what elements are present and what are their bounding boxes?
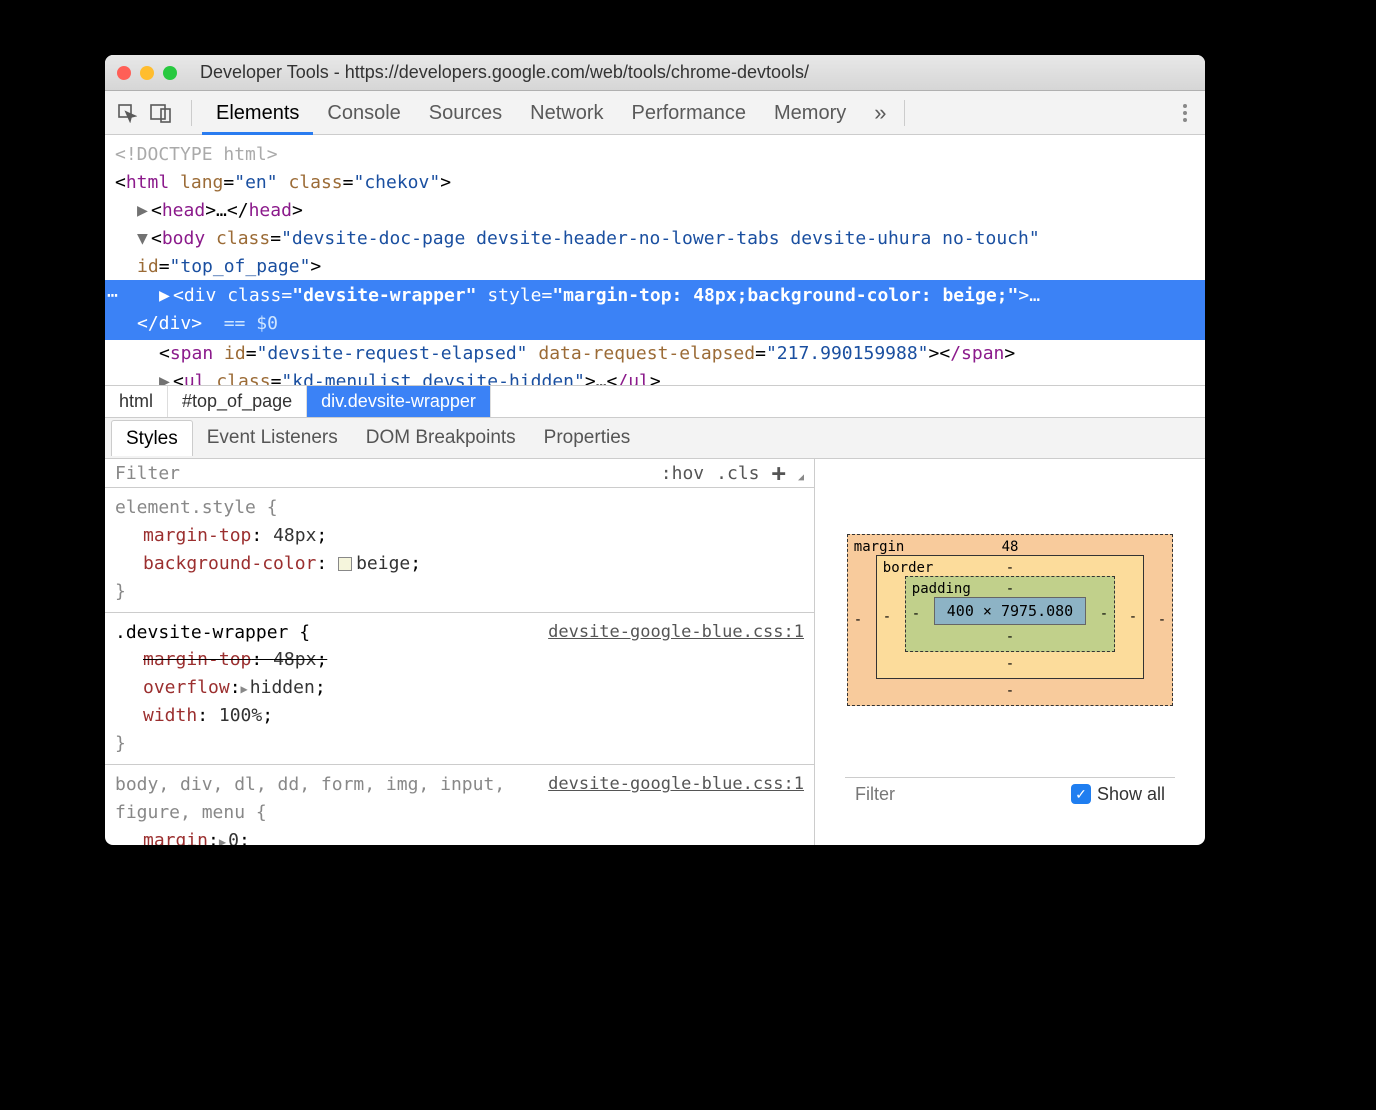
kebab-menu-icon[interactable] (1173, 104, 1197, 122)
tab-dom-breakpoints[interactable]: DOM Breakpoints (352, 420, 530, 456)
tab-sources[interactable]: Sources (415, 91, 516, 135)
tab-properties[interactable]: Properties (530, 420, 645, 456)
sidebar-tabs: Styles Event Listeners DOM Breakpoints P… (105, 417, 1205, 459)
computed-pane: margin 48 - - border - - - padding - - - (815, 459, 1205, 845)
tab-elements[interactable]: Elements (202, 91, 313, 135)
device-toggle-icon[interactable] (147, 99, 175, 127)
more-tabs-icon[interactable]: » (866, 100, 894, 126)
dom-body-open[interactable]: ▼<body class="devsite-doc-page devsite-h… (115, 225, 1195, 253)
tab-memory[interactable]: Memory (760, 91, 860, 135)
dom-tree-panel[interactable]: <!DOCTYPE html> <html lang="en" class="c… (105, 135, 1205, 385)
computed-filter-row: Filter ✓ Show all (845, 777, 1175, 805)
new-style-rule-button[interactable]: + (772, 459, 786, 487)
window-minimize-button[interactable] (140, 66, 154, 80)
tab-performance[interactable]: Performance (618, 91, 761, 135)
style-rule-element[interactable]: element.style { margin-top: 48px; backgr… (105, 488, 814, 613)
filter-input[interactable]: Filter (115, 463, 180, 484)
main-toolbar: Elements Console Sources Network Perform… (105, 91, 1205, 135)
tab-console[interactable]: Console (313, 91, 414, 135)
inspect-element-icon[interactable] (113, 99, 141, 127)
dom-ul[interactable]: ▶<ul class="kd-menulist devsite-hidden">… (115, 368, 1195, 385)
computed-filter-input[interactable]: Filter (855, 784, 895, 805)
dom-head[interactable]: ▶<head>…</head> (115, 197, 1195, 225)
tab-event-listeners[interactable]: Event Listeners (193, 420, 352, 456)
window-maximize-button[interactable] (163, 66, 177, 80)
ellipsis-icon[interactable]: ⋯ (107, 282, 118, 310)
window-close-button[interactable] (117, 66, 131, 80)
color-swatch[interactable] (338, 557, 352, 571)
breadcrumb-html[interactable]: html (105, 386, 168, 417)
box-model-content[interactable]: 400 × 7975.080 (934, 597, 1086, 625)
dom-selected-node[interactable]: ⋯ ▶<div class="devsite-wrapper" style="m… (105, 280, 1205, 340)
toolbar-separator (191, 100, 192, 126)
hov-toggle[interactable]: :hov (661, 463, 704, 484)
style-rule-group[interactable]: devsite-google-blue.css:1 body, div, dl,… (105, 765, 814, 845)
resize-corner-icon[interactable]: ◢ (798, 472, 804, 483)
dom-span[interactable]: <span id="devsite-request-elapsed" data-… (115, 340, 1195, 368)
breadcrumb: html #top_of_page div.devsite-wrapper (105, 385, 1205, 417)
tab-network[interactable]: Network (516, 91, 617, 135)
box-model-diagram[interactable]: margin 48 - - border - - - padding - - - (847, 534, 1173, 706)
devtools-window: Developer Tools - https://developers.goo… (105, 55, 1205, 845)
dom-doctype: <!DOCTYPE html> (115, 141, 1195, 169)
css-source-link[interactable]: devsite-google-blue.css:1 (548, 619, 804, 645)
styles-filter-row: Filter :hov .cls + ◢ (105, 459, 814, 488)
window-titlebar: Developer Tools - https://developers.goo… (105, 55, 1205, 91)
dom-html-open[interactable]: <html lang="en" class="chekov"> (115, 169, 1195, 197)
show-all-label: Show all (1097, 784, 1165, 805)
toolbar-separator (904, 100, 905, 126)
dom-body-id: id="top_of_page"> (115, 253, 1195, 281)
cls-toggle[interactable]: .cls (716, 463, 759, 484)
show-all-checkbox[interactable]: ✓ (1071, 784, 1091, 804)
css-source-link[interactable]: devsite-google-blue.css:1 (548, 771, 804, 797)
style-rule-devsite-wrapper[interactable]: devsite-google-blue.css:1 .devsite-wrapp… (105, 613, 814, 765)
window-title: Developer Tools - https://developers.goo… (200, 62, 809, 83)
lower-body: Filter :hov .cls + ◢ element.style { mar… (105, 459, 1205, 845)
styles-pane: Filter :hov .cls + ◢ element.style { mar… (105, 459, 815, 845)
breadcrumb-selected[interactable]: div.devsite-wrapper (307, 386, 491, 417)
breadcrumb-body[interactable]: #top_of_page (168, 386, 307, 417)
tab-styles[interactable]: Styles (111, 420, 193, 456)
